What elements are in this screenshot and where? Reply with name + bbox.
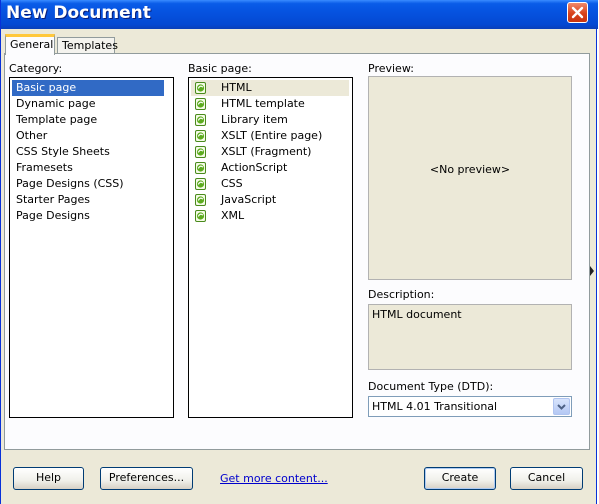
page-type-item[interactable]: XSLT (Fragment) <box>191 144 349 160</box>
document-icon <box>195 114 206 126</box>
description-box: HTML document <box>368 304 572 370</box>
category-label: Category: <box>9 62 63 75</box>
page-type-label: CSS <box>221 177 243 190</box>
page-type-item[interactable]: ActionScript <box>191 160 349 176</box>
document-icon <box>195 146 206 158</box>
page-type-item[interactable]: CSS <box>191 176 349 192</box>
document-icon <box>195 98 206 110</box>
description-label: Description: <box>368 288 435 301</box>
page-type-item[interactable]: XML <box>191 208 349 224</box>
basic-page-label: Basic page: <box>188 62 252 75</box>
page-type-item[interactable]: JavaScript <box>191 192 349 208</box>
preview-box: <No preview> <box>368 76 572 280</box>
category-item[interactable]: Page Designs (CSS) <box>12 176 164 192</box>
page-type-label: ActionScript <box>221 161 288 174</box>
page-type-item[interactable]: HTML <box>191 80 349 96</box>
preferences-button[interactable]: Preferences... <box>100 467 193 490</box>
basic-page-list[interactable]: HTML HTML template Library item XSLT (Entir… <box>188 77 353 418</box>
help-button[interactable]: Help <box>13 467 84 490</box>
category-item[interactable]: Dynamic page <box>12 96 164 112</box>
category-item[interactable]: Starter Pages <box>12 192 164 208</box>
page-type-item[interactable]: XSLT (Entire page) <box>191 128 349 144</box>
page-type-item[interactable]: Library item <box>191 112 349 128</box>
document-icon <box>195 210 206 222</box>
page-type-label: Library item <box>221 113 288 126</box>
category-item[interactable]: Framesets <box>12 160 164 176</box>
description-text: HTML document <box>372 308 462 321</box>
page-type-label: XSLT (Entire page) <box>221 129 323 142</box>
doctype-label: Document Type (DTD): <box>368 380 494 393</box>
category-list[interactable]: Basic page Dynamic page Template page Other… <box>9 77 174 418</box>
page-type-label: XSLT (Fragment) <box>221 145 312 158</box>
preview-label: Preview: <box>368 62 414 75</box>
new-document-dialog: New Document General Templates Category:… <box>0 0 598 504</box>
document-icon <box>195 130 206 142</box>
page-type-label: XML <box>221 209 245 222</box>
preview-text: <No preview> <box>429 163 511 176</box>
document-icon <box>195 162 206 174</box>
create-button[interactable]: Create <box>424 467 496 490</box>
page-type-item[interactable]: HTML template <box>191 96 349 112</box>
get-more-content-link[interactable]: Get more content... <box>220 472 328 485</box>
resize-grip-icon <box>590 266 594 276</box>
close-icon <box>571 6 584 19</box>
category-item[interactable]: Page Designs <box>12 208 164 224</box>
dropdown-arrow-button[interactable] <box>553 398 570 415</box>
category-item[interactable]: Template page <box>12 112 164 128</box>
doctype-value: HTML 4.01 Transitional <box>372 400 498 413</box>
category-item[interactable]: Basic page <box>12 80 164 96</box>
category-item[interactable]: Other <box>12 128 164 144</box>
page-type-label: HTML <box>221 81 252 94</box>
page-type-label: HTML template <box>221 97 305 110</box>
page-type-label: JavaScript <box>221 193 277 206</box>
close-button[interactable] <box>567 2 588 23</box>
tab-templates[interactable]: Templates <box>57 37 118 54</box>
document-icon <box>195 194 206 206</box>
category-item[interactable]: CSS Style Sheets <box>12 144 164 160</box>
doctype-select[interactable]: HTML 4.01 Transitional <box>368 396 572 417</box>
title-bar[interactable]: New Document <box>1 0 598 29</box>
tab-general[interactable]: General <box>5 34 55 55</box>
document-icon <box>195 178 206 190</box>
document-icon <box>195 82 206 94</box>
dialog-title: New Document <box>6 3 151 23</box>
cancel-button[interactable]: Cancel <box>510 467 583 490</box>
chevron-down-icon <box>557 404 566 410</box>
